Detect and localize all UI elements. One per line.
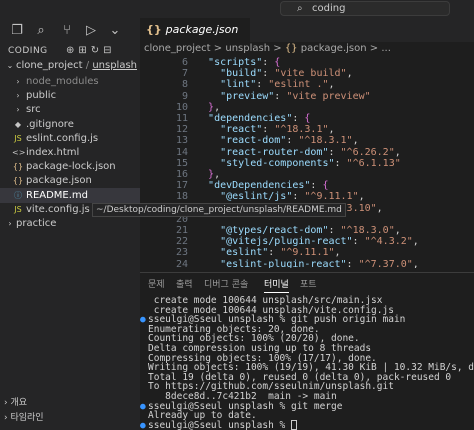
line-number: 24 xyxy=(175,258,188,268)
file-type-icon: › xyxy=(16,105,20,115)
panel-tab[interactable]: 포트 xyxy=(300,277,317,290)
command-center-label: coding xyxy=(312,3,346,14)
title-bar: ⌕ coding xyxy=(0,0,474,18)
json-file-icon: {} xyxy=(284,43,298,54)
file-path-tooltip: ~/Desktop/coding/clone_project/unsplash/… xyxy=(92,203,346,217)
explorer-sidebar: CODING ⊕⊞↻⊟ ⌄ clone_project / unsplash › n… xyxy=(0,44,140,430)
panel-tab[interactable]: 디버그 콘솔 xyxy=(204,277,248,290)
file-tree-label: node_modules xyxy=(26,76,99,87)
panel-tab[interactable]: 터미널 xyxy=(264,277,289,293)
file-tree-item[interactable]: ⓘ README.md xyxy=(0,187,140,203)
terminal-text: sseulgi@Sseul unsplash % xyxy=(148,419,291,430)
file-type-icon: › xyxy=(16,91,20,101)
file-type-icon: {} xyxy=(12,162,24,172)
editor-tab-bar: {} package.json xyxy=(140,18,474,42)
file-tree-item[interactable]: JS eslint.config.js xyxy=(0,131,140,146)
terminal-cursor xyxy=(291,420,297,430)
file-type-icon: ⓘ xyxy=(14,190,22,200)
search-icon[interactable]: ⌕ xyxy=(32,22,50,40)
folder-practice[interactable]: › practice xyxy=(0,216,140,231)
breadcrumb-unsplash[interactable]: unsplash xyxy=(225,43,270,54)
file-tree-label: vite.config.js xyxy=(26,203,90,215)
breadcrumb-separator: > xyxy=(369,43,379,54)
file-tree-item[interactable]: {} package.json xyxy=(0,173,140,188)
file-tree-label: package-lock.json xyxy=(26,161,116,173)
outline-section[interactable]: › 개요 xyxy=(0,397,140,410)
command-decoration-icon: ● xyxy=(140,419,146,430)
file-tree-item[interactable]: ◆ .gitignore xyxy=(0,117,140,132)
code-text: "preview": "vite preview" xyxy=(220,90,371,102)
code-text: "eslint-plugin-react": "^7.37.0", xyxy=(220,258,419,268)
folder-clone-project[interactable]: ⌄ clone_project / unsplash xyxy=(0,58,140,73)
breadcrumb-separator: > xyxy=(213,43,223,54)
json-file-icon: {} xyxy=(146,23,162,36)
file-tree-label: src xyxy=(26,104,41,116)
file-tree-label: .gitignore xyxy=(26,118,74,130)
file-tree-label: eslint.config.js xyxy=(26,132,99,144)
timeline-section[interactable]: › 타임라인 xyxy=(0,412,140,425)
file-tree-label: index.html xyxy=(26,147,80,158)
file-tree-item[interactable]: › node_modules xyxy=(0,74,140,89)
breadcrumb-more[interactable]: ... xyxy=(381,43,391,54)
source-control-icon[interactable]: ⑂ xyxy=(58,22,76,40)
chevron-down-icon: ⌄ xyxy=(6,61,14,70)
breadcrumb: clone_project > unsplash > {} package.js… xyxy=(140,42,474,56)
file-type-icon: <> xyxy=(12,148,26,157)
code-text: "styled-components": "^6.1.13" xyxy=(220,157,401,169)
command-center[interactable]: ⌕ coding xyxy=(280,1,450,16)
explorer-icon[interactable]: ❐ xyxy=(8,22,26,40)
explorer-actions[interactable]: ⊕⊞↻⊟ xyxy=(66,45,116,56)
file-tree-label: package.json xyxy=(26,175,92,187)
file-type-icon: {} xyxy=(12,176,24,186)
breadcrumb-separator: > xyxy=(273,43,282,54)
activity-toolbar: ❐ ⌕ ⑂ ▷ ⌄ xyxy=(0,18,140,44)
breadcrumb-package-json[interactable]: package.json xyxy=(301,43,367,54)
file-tree-label: README.md xyxy=(26,189,89,201)
file-type-icon: JS xyxy=(14,133,22,143)
panel-tab[interactable]: 출력 xyxy=(176,277,193,290)
explorer-header: CODING xyxy=(8,46,48,56)
chevron-down-icon[interactable]: ⌄ xyxy=(106,22,124,40)
file-type-icon: JS xyxy=(14,204,22,214)
panel-tab[interactable]: 문제 xyxy=(148,277,165,290)
file-type-icon: › xyxy=(16,77,20,86)
run-debug-icon[interactable]: ▷ xyxy=(82,22,100,40)
tab-package-json[interactable]: {} package.json xyxy=(140,18,250,42)
file-tree-item[interactable]: {} package-lock.json xyxy=(0,159,140,174)
file-tree-label: public xyxy=(26,90,57,102)
terminal-line: ● sseulgi@Sseul unsplash % xyxy=(140,420,297,430)
file-tree-item[interactable]: › public xyxy=(0,88,140,103)
bottom-panel: 문제 출력 디버그 콘솔 터미널 포트 create mode 100644 unspl… xyxy=(140,272,474,430)
search-icon: ⌕ xyxy=(297,3,303,14)
file-tree-item[interactable]: <>index.html xyxy=(0,145,140,160)
file-type-icon: ◆ xyxy=(14,119,22,129)
breadcrumb-clone-project[interactable]: clone_project xyxy=(144,43,211,54)
chevron-right-icon: › xyxy=(8,219,12,228)
code-editor[interactable]: 6 "scripts": {7 "build": "vite build", 8 … xyxy=(140,56,474,268)
file-tree-item[interactable]: › src xyxy=(0,102,140,117)
